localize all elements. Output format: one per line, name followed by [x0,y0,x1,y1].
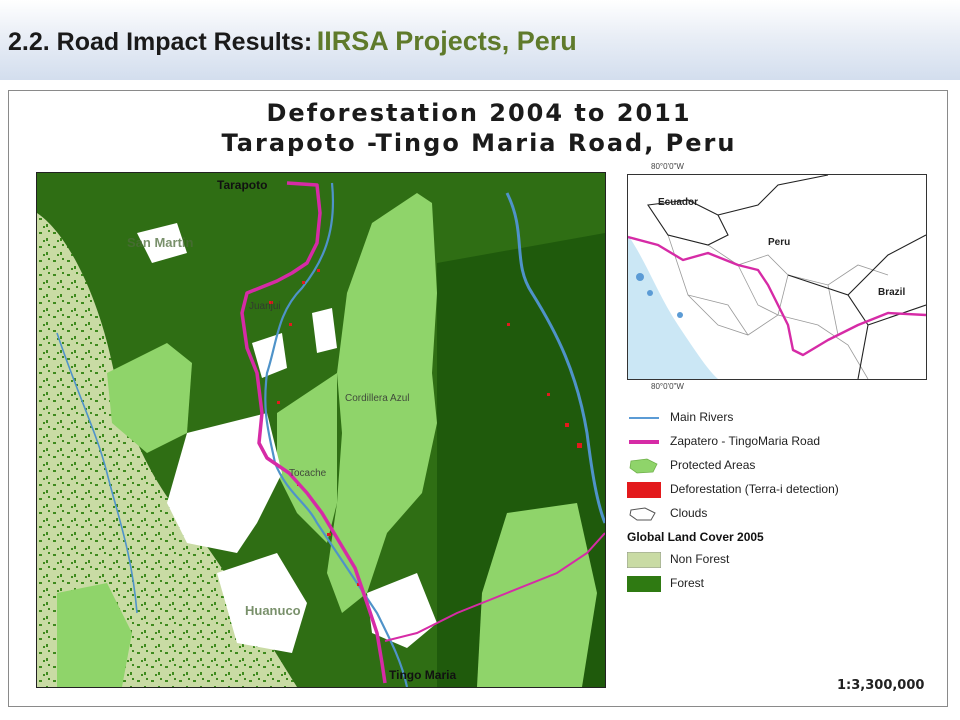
legend-label: Protected Areas [670,458,756,472]
legend-item-deforestation: Deforestation (Terra-i detection) [627,480,927,500]
place-juanjui: Juanjui [249,301,281,312]
inset-coord-bottom: 80°0'0"W [651,382,684,391]
place-tocache: Tocache [289,468,327,479]
place-san-martin: San Martin [127,235,194,250]
legend-item-main-rivers: Main Rivers [627,408,927,428]
inset-label-peru: Peru [768,237,791,248]
place-cordillera-azul: Cordillera Azul [345,393,410,404]
map-scale: 1:3,300,000 [837,678,925,693]
legend-swatch-rivers [629,417,659,419]
ocean-marker-2 [647,290,653,296]
legend-item-non-forest: Non Forest [627,550,927,570]
legend-label: Zapatero - TingoMaria Road [670,434,821,448]
ocean-marker-3 [677,312,683,318]
legend-swatch-protected [629,458,658,474]
inset-coord-top: 80°0'0"W [651,162,684,171]
legend-swatch-forest [627,576,661,592]
map-title-line2: Tarapoto -Tingo Maria Road, Peru [221,129,737,157]
legend-label: Non Forest [670,552,730,566]
map-figure: Deforestation 2004 to 2011 Tarapoto -Tin… [8,90,948,707]
slide-header: 2.2. Road Impact Results: IIRSA Projects… [0,0,960,80]
slide-title: 2.2. Road Impact Results: IIRSA Projects… [8,26,577,57]
legend-label: Deforestation (Terra-i detection) [670,482,839,496]
slide-title-prefix: 2.2. Road Impact Results: [8,28,313,56]
legend-label: Main Rivers [670,410,734,424]
place-tingo-maria: Tingo Maria [389,668,457,682]
legend-item-clouds: Clouds [627,504,927,524]
place-tarapoto: Tarapoto [217,178,268,192]
legend-swatch-non-forest [627,552,661,568]
legend-item-road: Zapatero - TingoMaria Road [627,432,927,452]
slide-title-accent: IIRSA Projects, Peru [316,26,577,56]
inset-label-brazil: Brazil [878,287,906,298]
legend-label: Forest [670,576,705,590]
map-title-line1: Deforestation 2004 to 2011 [266,99,692,127]
ocean-marker-1 [636,273,644,281]
main-map-graphic [37,173,605,687]
inset-map: Ecuador Peru Brazil [627,174,927,380]
legend-swatch-road [629,440,659,444]
place-huanuco: Huanuco [245,603,301,618]
legend-swatch-clouds [629,507,656,521]
legend-heading-land-cover: Global Land Cover 2005 [627,530,764,544]
legend-swatch-deforestation [627,482,661,498]
legend-item-protected-areas: Protected Areas [627,456,927,476]
legend-label: Clouds [670,506,708,520]
inset-label-ecuador: Ecuador [658,197,699,208]
legend-item-forest: Forest [627,574,927,594]
main-map: Tarapoto San Martin Juanjui Tocache Cord… [36,172,606,688]
